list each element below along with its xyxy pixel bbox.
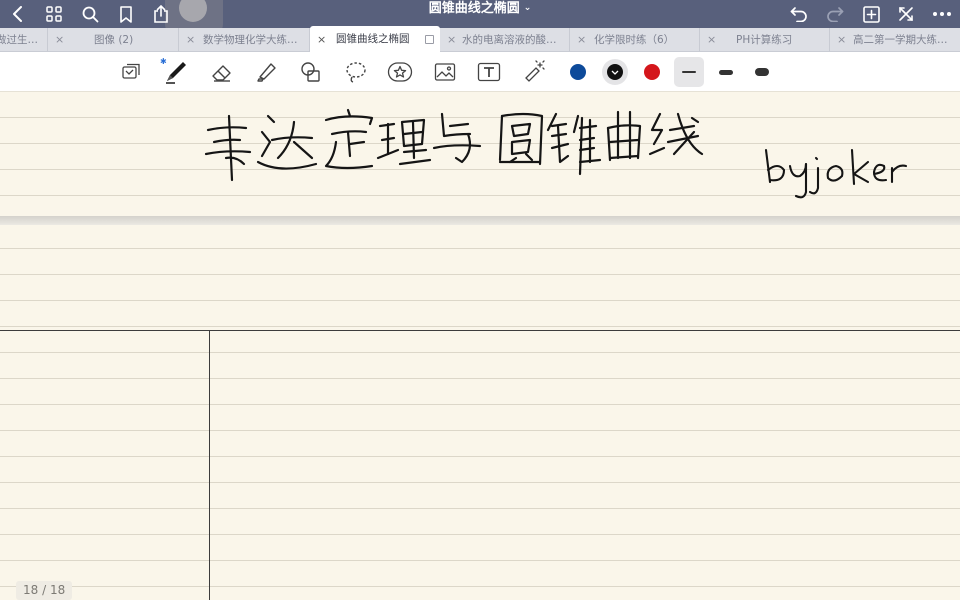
tab-close-icon[interactable]: × xyxy=(447,28,456,52)
handwritten-author xyxy=(764,148,908,199)
redo-icon[interactable] xyxy=(824,0,846,28)
add-page-icon[interactable] xyxy=(860,0,882,28)
document-title-text: 圆锥曲线之椭圆 xyxy=(428,1,520,16)
tab-close-icon[interactable]: × xyxy=(55,28,64,52)
color-swatch-blue[interactable] xyxy=(570,64,586,80)
tab-item[interactable]: 做过生… xyxy=(0,28,48,52)
tab-item[interactable]: × 化学限时练（6） xyxy=(570,28,700,52)
tab-label: 高二第一学期大练… xyxy=(853,34,948,46)
tab-label: 做过生… xyxy=(0,34,38,46)
tab-label: 水的电离溶液的酸… xyxy=(462,34,557,46)
table-vertical-rule xyxy=(209,330,210,600)
stroke-thin-icon xyxy=(682,71,696,73)
stroke-thin-button[interactable] xyxy=(674,57,704,87)
tab-label: PH计算练习 xyxy=(736,34,793,46)
shapes-icon[interactable] xyxy=(297,58,325,86)
sticker-icon[interactable] xyxy=(386,58,414,86)
stroke-thick-icon xyxy=(755,68,769,76)
table-horizontal-rule xyxy=(0,330,960,331)
lasso-icon[interactable] xyxy=(342,58,370,86)
tab-item[interactable]: × 水的电离溶液的酸… xyxy=(440,28,570,52)
drawing-toolbar: ✱ xyxy=(0,52,960,92)
tab-item[interactable]: × 高二第一学期大练… xyxy=(830,28,960,52)
tab-label: 圆锥曲线之椭圆 xyxy=(336,33,410,45)
tab-item-active[interactable]: × 圆锥曲线之椭圆 xyxy=(310,26,440,53)
tab-label: 图像 (2) xyxy=(94,34,134,46)
undo-icon[interactable] xyxy=(788,0,810,28)
page-sheet xyxy=(0,225,960,600)
tab-close-icon[interactable]: × xyxy=(577,28,586,52)
read-mode-icon[interactable] xyxy=(117,58,145,86)
more-icon[interactable] xyxy=(931,0,953,28)
page-divider xyxy=(0,216,960,225)
chevron-down-icon xyxy=(611,70,619,75)
page-indicator: 18 / 18 xyxy=(16,581,73,600)
text-icon[interactable] xyxy=(475,58,503,86)
tab-close-icon[interactable]: × xyxy=(186,28,195,52)
stroke-thick-button[interactable] xyxy=(747,57,777,87)
document-title[interactable]: 圆锥曲线之椭圆 ⌄ xyxy=(0,0,960,28)
tab-bar: 做过生… × 图像 (2) × 数学物理化学大练… × 圆锥曲线之椭圆 × 水的… xyxy=(0,26,960,53)
chevron-down-icon: ⌄ xyxy=(523,3,532,13)
pen-icon[interactable] xyxy=(162,58,190,86)
tab-item[interactable]: × 数学物理化学大练… xyxy=(179,28,310,52)
title-bar: 圆锥曲线之椭圆 ⌄ xyxy=(0,0,960,36)
split-view-icon[interactable] xyxy=(425,35,434,44)
stroke-medium-button[interactable] xyxy=(711,57,741,87)
tab-item[interactable]: × 图像 (2) xyxy=(48,28,179,52)
tab-close-icon[interactable]: × xyxy=(707,28,716,52)
tab-close-icon[interactable]: × xyxy=(317,26,326,53)
eraser-icon[interactable] xyxy=(208,58,236,86)
close-fullscreen-icon[interactable] xyxy=(895,0,917,28)
highlighter-icon[interactable] xyxy=(252,58,280,86)
laser-pointer-icon[interactable] xyxy=(520,58,548,86)
tab-label: 数学物理化学大练… xyxy=(203,34,298,46)
color-swatch-red[interactable] xyxy=(644,64,660,80)
tab-item[interactable]: × PH计算练习 xyxy=(700,28,830,52)
stroke-medium-icon xyxy=(719,69,733,75)
tab-label: 化学限时练（6） xyxy=(594,34,675,46)
tab-close-icon[interactable]: × xyxy=(837,28,846,52)
notebook-canvas[interactable]: 18 / 18 xyxy=(0,92,960,600)
image-icon[interactable] xyxy=(431,58,459,86)
